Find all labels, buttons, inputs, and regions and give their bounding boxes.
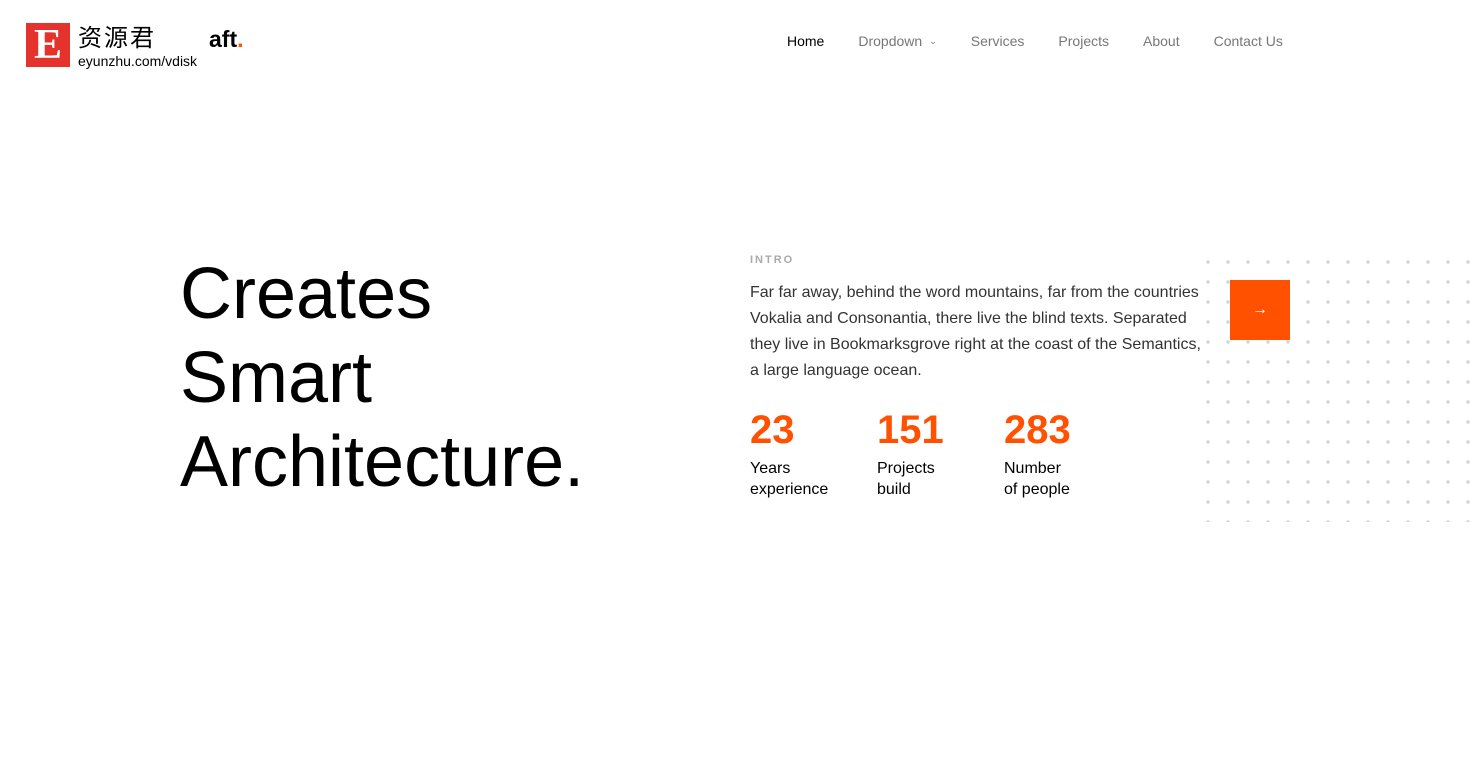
- stat-projects: 151 Projects build: [877, 406, 1004, 500]
- hero-line: Architecture.: [180, 422, 585, 502]
- nav-dropdown-label: Dropdown: [858, 33, 923, 49]
- stat-value: 151: [877, 408, 944, 452]
- nav-projects[interactable]: Projects: [1058, 33, 1109, 49]
- brand-logo[interactable]: aft.: [209, 26, 244, 53]
- stat-years: 23 Years experience: [750, 406, 877, 500]
- stat-label: experience: [750, 481, 829, 498]
- intro-label: INTRO: [750, 254, 795, 266]
- hero-title: Creates Smart Architecture.: [180, 252, 584, 504]
- stats: 23 Years experience 151 Projects build 283…: [750, 406, 1131, 500]
- stat-value: 23: [750, 408, 795, 452]
- hero-line: Creates: [180, 254, 433, 334]
- watermark-logo: E 资源君 eyunzhu.com/vdisk: [26, 23, 238, 69]
- hero-line: Smart: [180, 338, 373, 418]
- stat-label: Projects: [877, 460, 935, 477]
- next-button[interactable]: →: [1230, 280, 1290, 340]
- stat-label: build: [877, 481, 911, 498]
- nav-services[interactable]: Services: [971, 33, 1025, 49]
- logo-mark: E: [26, 23, 70, 67]
- logo-url: eyunzhu.com/vdisk: [78, 53, 198, 69]
- stat-label: of people: [1004, 481, 1070, 498]
- stat-label: Number: [1004, 460, 1061, 477]
- nav-about[interactable]: About: [1143, 33, 1180, 49]
- nav-dropdown[interactable]: Dropdown ⌄: [858, 33, 936, 49]
- intro-paragraph: Far far away, behind the word mountains,…: [750, 284, 1201, 379]
- brand-dot: .: [237, 26, 244, 52]
- stat-people: 283 Number of people: [1004, 406, 1131, 500]
- arrow-right-icon: →: [1252, 301, 1268, 318]
- stat-label: Years: [750, 460, 791, 477]
- nav-home[interactable]: Home: [787, 33, 824, 49]
- nav-contact[interactable]: Contact Us: [1214, 33, 1283, 49]
- brand-text: aft: [209, 26, 238, 52]
- chevron-down-icon: ⌄: [929, 35, 937, 46]
- stat-value: 283: [1004, 408, 1071, 452]
- main-nav: Home Dropdown ⌄ Services Projects About C…: [787, 33, 1317, 49]
